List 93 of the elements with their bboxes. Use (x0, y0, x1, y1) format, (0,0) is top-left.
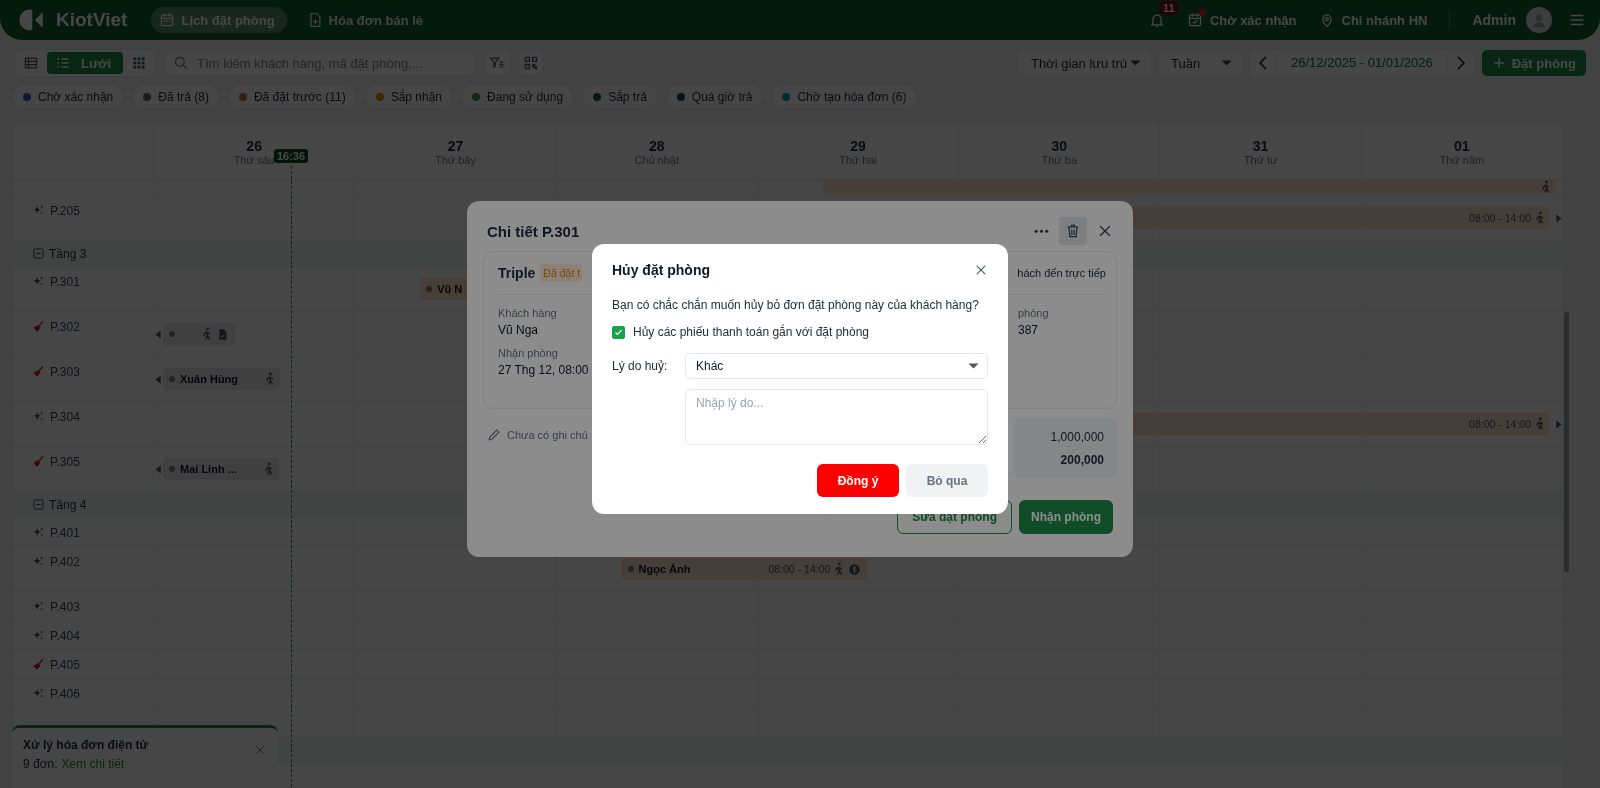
checkbox[interactable] (612, 325, 625, 339)
trash-icon (1065, 223, 1081, 239)
alert-dot (1198, 9, 1206, 16)
booking-dot (627, 566, 634, 572)
grid-icon (131, 55, 148, 71)
period-select[interactable]: Tuần (1159, 50, 1243, 76)
day-number: 27 (447, 137, 464, 154)
booking-dot (169, 466, 175, 472)
toast-text: 9 đơn. (23, 757, 58, 771)
status-filter-chip[interactable]: Chờ tạo hóa đơn (6) (771, 84, 918, 109)
user-name: Admin (1472, 12, 1516, 28)
room-type: Triple (498, 265, 536, 281)
guest-name: Ngọc Ánh (638, 563, 691, 575)
close-icon (974, 263, 988, 277)
delete-button[interactable] (1059, 217, 1087, 245)
qr-code-icon (523, 55, 540, 71)
note-text: Chưa có ghi chú (507, 428, 588, 441)
reason-select[interactable]: Khác (685, 353, 988, 379)
reason-text-area[interactable]: Nhập lý do... (685, 389, 988, 445)
close-icon (1097, 223, 1113, 239)
more-icon (1033, 228, 1049, 234)
caret-icon (968, 363, 979, 369)
status-badge: Đã đặt t (540, 264, 583, 282)
plus-icon (1491, 56, 1506, 70)
booking-dot (169, 331, 175, 337)
scrollbar-thumb[interactable] (1564, 312, 1569, 572)
search-icon (173, 55, 190, 71)
booking-dot (169, 376, 175, 382)
status-filter-chip[interactable]: Chờ xác nhận (12, 84, 125, 109)
booking-source: hách đến trực tiếp (1017, 267, 1106, 279)
notification-badge: 11 (1158, 1, 1179, 15)
booking-bar[interactable] (163, 323, 235, 345)
day-number: 28 (648, 137, 665, 154)
day-number: 31 (1252, 137, 1269, 154)
cancel-button[interactable]: Bỏ qua (906, 464, 988, 497)
dialog-title: Chi tiết P.301 (487, 222, 580, 240)
status-filter-chip[interactable]: Quá giờ trả (665, 84, 764, 109)
day-number: 29 (850, 137, 866, 154)
booking-bar[interactable]: Xuân Hùng (163, 368, 281, 390)
field-label: Nhận phòng (498, 347, 559, 359)
status-filter-chip[interactable]: Đã trả (8) (132, 84, 220, 109)
dialog-title: Hủy đặt phòng (612, 262, 710, 278)
field-value: 27 Thg 12, 08:00 (498, 363, 589, 377)
caret-icon (1130, 60, 1142, 66)
floor-label: Tầng 4 (49, 497, 87, 512)
booking-bar[interactable] (822, 180, 1556, 194)
guest-name: Xuân Hùng (180, 373, 239, 385)
calendar-icon (159, 12, 176, 28)
checkbox-label: Hủy các phiếu thanh toán gắn với đặt phòng (633, 325, 870, 339)
status-filter-chip[interactable]: Đang sử dụng (461, 84, 575, 109)
field-label: Lý do huỷ: (612, 359, 669, 373)
field-value: 387 (1018, 323, 1040, 337)
chevron-right-icon (1456, 56, 1465, 70)
table-icon (23, 55, 39, 71)
guest-name: Vũ N (437, 283, 463, 295)
toast-title: Xử lý hóa đơn điện tử (23, 738, 149, 752)
day-number: 30 (1051, 137, 1068, 154)
pencil-icon (487, 427, 501, 442)
logo-text: KiotViet (56, 9, 128, 31)
caret-icon (1221, 60, 1233, 66)
logo-icon (18, 7, 44, 33)
day-number: 26 (246, 137, 262, 154)
floor-label: Tầng 3 (49, 246, 87, 261)
status-filter-chip[interactable]: Đã đặt trước (11) (227, 84, 357, 109)
close-icon (254, 744, 266, 756)
qr-code-button[interactable] (518, 50, 545, 76)
time-filter-select[interactable]: Thời gian lưu trú (1019, 50, 1152, 76)
booking-dot (426, 286, 433, 292)
current-time-badge: 16:36 (273, 149, 309, 163)
branch-link[interactable]: Chi nhánh HN (1318, 12, 1428, 28)
date-range: 26/12/2025 - 01/01/2026 (1276, 55, 1448, 71)
guest-name: Mai Linh ... (180, 463, 237, 475)
close-button[interactable] (974, 263, 988, 277)
dialog-message: Bạn có chắc chắn muốn hủy bỏ đơn đặt phòng này của khách hàng? (612, 298, 980, 312)
avatar[interactable] (1526, 7, 1552, 33)
pending-link[interactable]: Chờ xác nhận (1186, 12, 1297, 28)
filter-icon (489, 55, 506, 71)
status-filter-chip[interactable]: Sắp nhận (364, 84, 454, 109)
booking-bar[interactable]: Mai Linh ... (163, 458, 279, 480)
amount-value: 200,000 (1060, 452, 1104, 467)
field-label: Khách hàng (498, 307, 558, 319)
list-icon (55, 55, 71, 71)
field-value: Vũ Nga (498, 323, 540, 337)
chevron-left-icon (1259, 56, 1268, 70)
calendar-check-icon (1186, 12, 1203, 28)
day-number: 01 (1454, 137, 1470, 154)
filter-button[interactable] (484, 50, 511, 76)
details-link[interactable]: Xem chi tiết (61, 757, 125, 771)
status-filter-chip[interactable]: Sắp trả (582, 84, 658, 109)
field-label: phòng (1018, 307, 1050, 319)
check-in-button[interactable]: Nhận phòng (1019, 500, 1113, 534)
bell-icon (1148, 12, 1165, 28)
confirm-button[interactable]: Đồng ý (817, 464, 899, 497)
